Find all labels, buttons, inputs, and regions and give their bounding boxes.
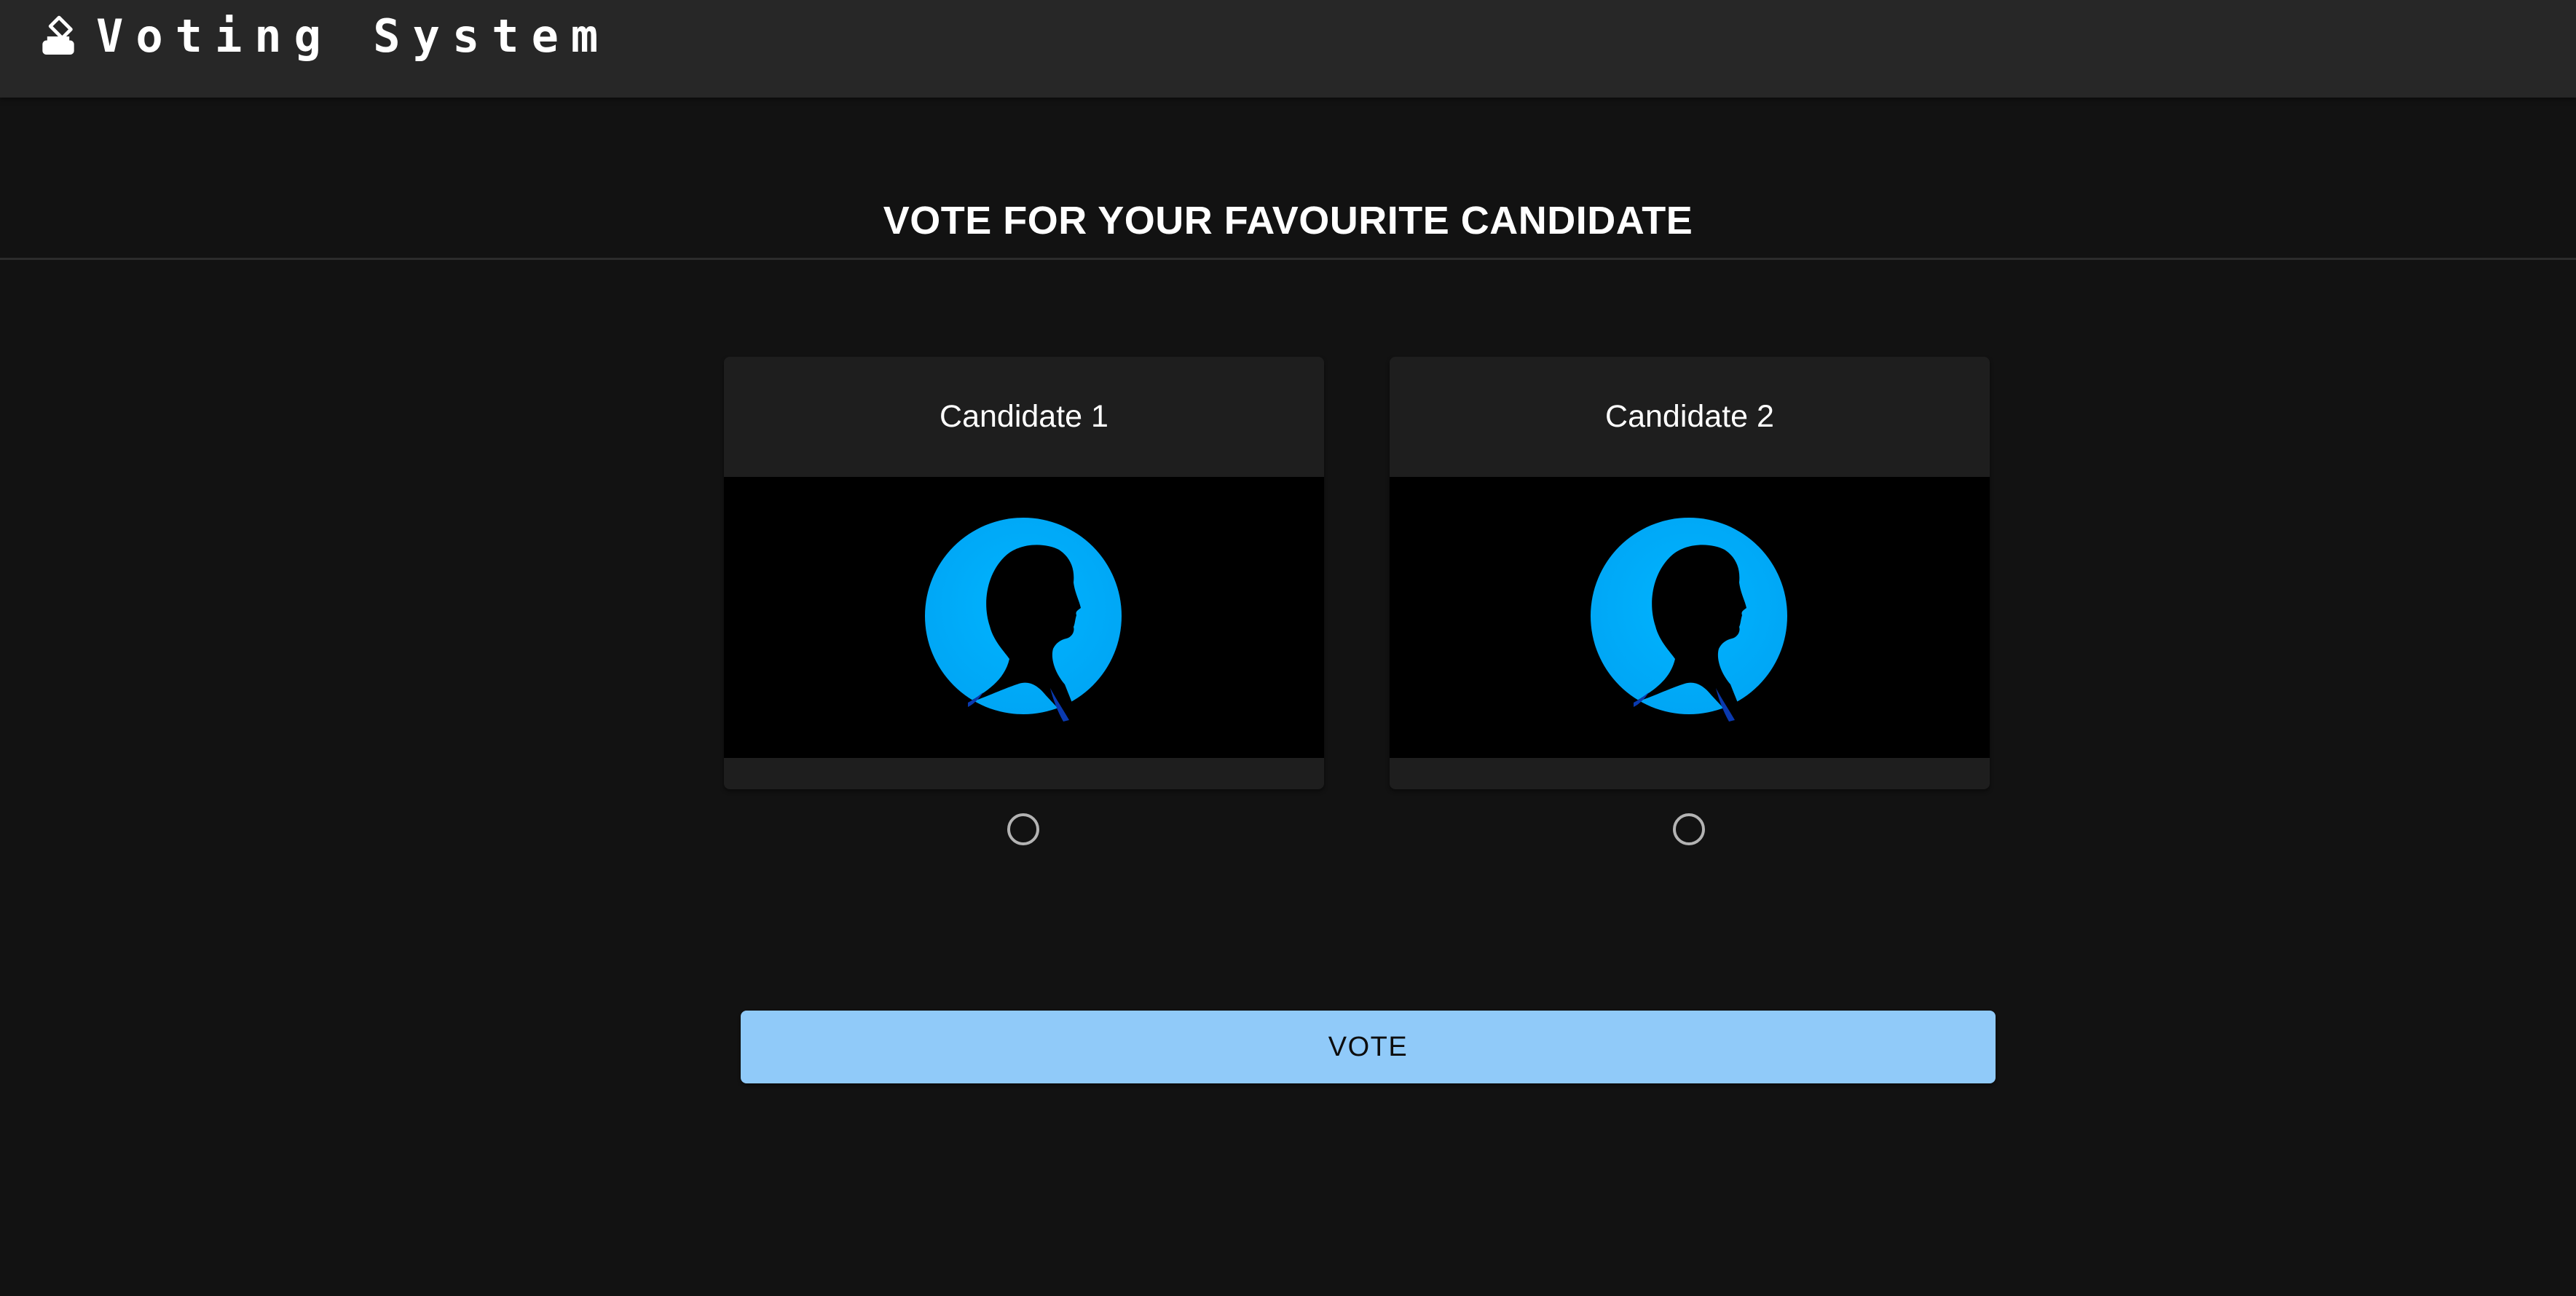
divider [0,258,2576,260]
candidate-name: Candidate 2 [1605,399,1774,434]
candidate-2-radio[interactable] [1673,813,1705,845]
candidate-image [724,477,1324,758]
candidate-name: Candidate 1 [940,399,1108,434]
candidate-1-radio[interactable] [1007,813,1039,845]
person-silhouette-icon [925,518,1122,722]
vote-button[interactable]: VOTE [741,1011,1996,1083]
candidate-card-2[interactable]: Candidate 2 [1390,357,1990,789]
candidate-card-1[interactable]: Candidate 1 [724,357,1324,789]
person-silhouette-icon [1591,518,1787,722]
app-bar: Voting System [0,0,2576,98]
app-title: Voting System [96,9,611,63]
brand: Voting System [39,9,611,63]
ballot-box-icon [42,15,74,55]
page-title: VOTE FOR YOUR FAVOURITE CANDIDATE [883,199,1693,242]
candidate-image [1390,477,1990,758]
